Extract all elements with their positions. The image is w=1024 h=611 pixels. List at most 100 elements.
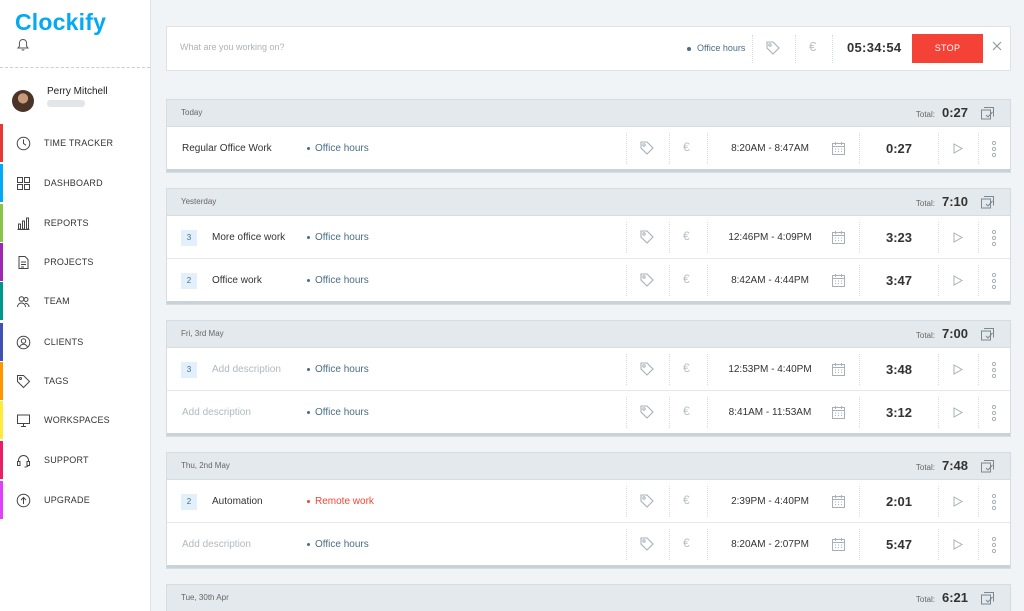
calendar-icon[interactable]	[831, 537, 846, 552]
billable-euro-icon[interactable]: €	[683, 229, 690, 243]
entry-project[interactable]: Office hours	[307, 275, 369, 286]
sidebar-item-reports[interactable]: REPORTS	[0, 204, 150, 242]
tag-icon[interactable]	[765, 40, 781, 56]
calendar-icon[interactable]	[831, 362, 846, 377]
play-icon[interactable]	[951, 538, 964, 551]
entry-project[interactable]: Office hours	[307, 232, 369, 243]
tag-icon[interactable]	[639, 361, 655, 377]
play-icon[interactable]	[951, 231, 964, 244]
entry-description[interactable]: Office work	[212, 275, 262, 286]
entry-description[interactable]: Automation	[212, 496, 263, 507]
entry-divider	[859, 354, 860, 385]
tag-icon[interactable]	[639, 140, 655, 156]
bulk-edit-icon[interactable]	[980, 459, 996, 475]
entry-description[interactable]: Regular Office Work	[182, 143, 272, 154]
tag-icon[interactable]	[639, 404, 655, 420]
entry-count-badge[interactable]: 3	[181, 230, 197, 246]
bulk-edit-icon[interactable]	[980, 195, 996, 211]
entry-duration[interactable]: 3:12	[873, 405, 925, 420]
entry-divider	[626, 397, 627, 428]
entry-project[interactable]: Remote work	[307, 496, 374, 507]
billable-euro-icon[interactable]: €	[683, 404, 690, 418]
calendar-icon[interactable]	[831, 273, 846, 288]
billable-euro-icon[interactable]: €	[683, 140, 690, 154]
play-icon[interactable]	[951, 274, 964, 287]
play-icon[interactable]	[951, 142, 964, 155]
entry-duration[interactable]: 5:47	[873, 537, 925, 552]
sidebar-item-dashboard[interactable]: DASHBOARD	[0, 164, 150, 202]
entry-duration[interactable]: 2:01	[873, 494, 925, 509]
more-options-icon[interactable]	[991, 361, 997, 379]
timer-description-input[interactable]: What are you working on?	[180, 42, 285, 52]
entry-duration[interactable]: 3:47	[873, 273, 925, 288]
sidebar-item-projects[interactable]: PROJECTS	[0, 243, 150, 281]
entry-divider	[707, 397, 708, 428]
billable-euro-icon[interactable]: €	[683, 361, 690, 375]
entry-description[interactable]: Add description	[212, 364, 281, 375]
entry-project[interactable]: Office hours	[307, 143, 369, 154]
play-icon[interactable]	[951, 495, 964, 508]
tag-icon[interactable]	[639, 493, 655, 509]
tag-icon[interactable]	[639, 229, 655, 245]
entry-time-range[interactable]: 12:53PM - 4:40PM	[725, 364, 815, 375]
entry-project[interactable]: Office hours	[307, 539, 369, 550]
avatar[interactable]	[12, 90, 34, 112]
billable-euro-icon[interactable]: €	[683, 536, 690, 550]
user-profile[interactable]: Perry Mitchell	[12, 86, 147, 120]
stop-button[interactable]: STOP	[912, 34, 983, 63]
more-options-icon[interactable]	[991, 536, 997, 554]
entry-duration[interactable]: 3:48	[873, 362, 925, 377]
billable-euro-icon[interactable]: €	[683, 493, 690, 507]
timer-project-selector[interactable]: Office hours	[687, 43, 745, 53]
close-icon[interactable]	[991, 40, 1003, 52]
entry-count-badge[interactable]: 2	[181, 494, 197, 510]
entry-description[interactable]: Add description	[182, 407, 251, 418]
billable-euro-icon[interactable]: €	[683, 272, 690, 286]
sidebar-item-team[interactable]: TEAM	[0, 282, 150, 320]
entry-time-range[interactable]: 8:41AM - 11:53AM	[725, 407, 815, 418]
entry-description[interactable]: Add description	[182, 539, 251, 550]
entry-divider	[978, 529, 979, 560]
entry-count-badge[interactable]: 3	[181, 362, 197, 378]
entry-divider	[669, 265, 670, 296]
tag-icon[interactable]	[639, 272, 655, 288]
sidebar-item-time-tracker[interactable]: TIME TRACKER	[0, 124, 150, 162]
bulk-edit-icon[interactable]	[980, 591, 996, 607]
more-options-icon[interactable]	[991, 493, 997, 511]
app-logo[interactable]: Clockify	[15, 9, 106, 36]
entry-count-badge[interactable]: 2	[181, 273, 197, 289]
calendar-icon[interactable]	[831, 494, 846, 509]
calendar-icon[interactable]	[831, 405, 846, 420]
billable-euro-icon[interactable]: €	[809, 39, 816, 54]
sidebar-item-workspaces[interactable]: WORKSPACES	[0, 401, 150, 439]
entry-duration[interactable]: 0:27	[873, 141, 925, 156]
client-icon	[16, 335, 31, 349]
sidebar-item-support[interactable]: SUPPORT	[0, 441, 150, 479]
tag-icon[interactable]	[639, 536, 655, 552]
sidebar-item-tags[interactable]: TAGS	[0, 362, 150, 400]
more-options-icon[interactable]	[991, 272, 997, 290]
sidebar-item-clients[interactable]: CLIENTS	[0, 323, 150, 361]
entry-description[interactable]: More office work	[212, 232, 285, 243]
play-icon[interactable]	[951, 406, 964, 419]
entry-time-range[interactable]: 8:42AM - 4:44PM	[725, 275, 815, 286]
more-options-icon[interactable]	[991, 140, 997, 158]
calendar-icon[interactable]	[831, 141, 846, 156]
entry-time-range[interactable]: 2:39PM - 4:40PM	[725, 496, 815, 507]
sidebar-item-upgrade[interactable]: UPGRADE	[0, 481, 150, 519]
bulk-edit-icon[interactable]	[980, 327, 996, 343]
bell-icon[interactable]	[16, 38, 30, 52]
entry-time-range[interactable]: 12:46PM - 4:09PM	[725, 232, 815, 243]
entry-project[interactable]: Office hours	[307, 364, 369, 375]
more-options-icon[interactable]	[991, 229, 997, 247]
play-icon[interactable]	[951, 363, 964, 376]
calendar-icon[interactable]	[831, 230, 846, 245]
bulk-edit-icon[interactable]	[980, 106, 996, 122]
more-options-icon[interactable]	[991, 404, 997, 422]
entry-project[interactable]: Office hours	[307, 407, 369, 418]
entry-duration[interactable]: 3:23	[873, 230, 925, 245]
sidebar-item-color-bar	[0, 481, 3, 519]
day-group: Tue, 30th Apr Total: 6:21	[166, 584, 1011, 611]
entry-time-range[interactable]: 8:20AM - 8:47AM	[725, 143, 815, 154]
entry-time-range[interactable]: 8:20AM - 2:07PM	[725, 539, 815, 550]
